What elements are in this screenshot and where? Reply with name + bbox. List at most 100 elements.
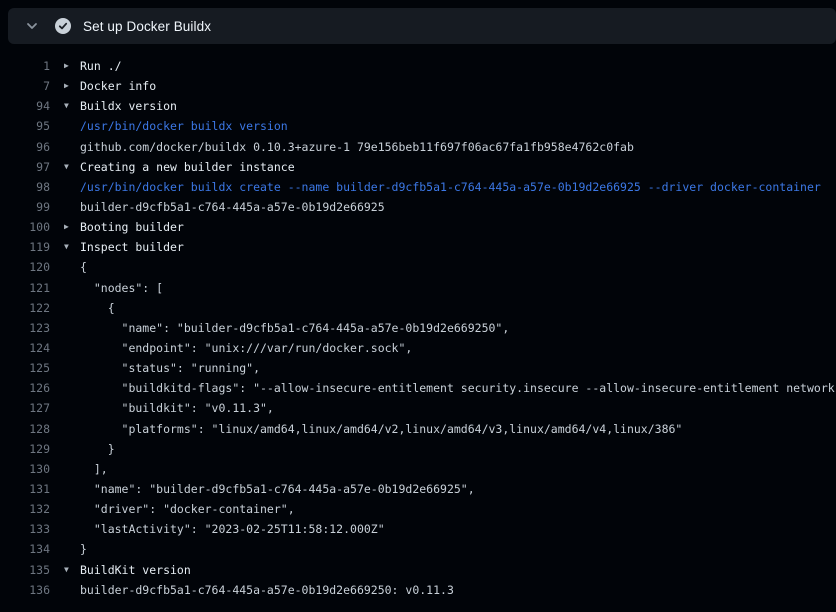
log-line: 123 "name": "builder-d9cfb5a1-c764-445a-… xyxy=(0,318,836,338)
line-number[interactable]: 97 xyxy=(0,160,50,174)
log-line: 125 "status": "running", xyxy=(0,358,836,378)
step-title: Set up Docker Buildx xyxy=(83,19,211,34)
log-line: 130 ], xyxy=(0,459,836,479)
log-line: 134} xyxy=(0,539,836,559)
output-text: } xyxy=(80,442,115,456)
output-text: "buildkitd-flags": "--allow-insecure-ent… xyxy=(80,381,836,395)
caret-down-icon[interactable]: ▼ xyxy=(64,243,69,251)
output-text: builder-d9cfb5a1-c764-445a-a57e-0b19d2e6… xyxy=(80,200,385,214)
output-text: { xyxy=(80,301,115,315)
output-text: "driver": "docker-container", xyxy=(80,502,295,516)
output-text: github.com/docker/buildx 0.10.3+azure-1 … xyxy=(80,140,634,154)
line-number[interactable]: 130 xyxy=(0,462,50,476)
log-line: 133 "lastActivity": "2023-02-25T11:58:12… xyxy=(0,519,836,539)
arrow-cell: ▼ xyxy=(50,163,80,171)
line-number[interactable]: 7 xyxy=(0,79,50,93)
command-text: /usr/bin/docker buildx version xyxy=(80,119,288,133)
log-group-row[interactable]: 1 ▶ Run ./ xyxy=(0,56,836,76)
group-title: BuildKit version xyxy=(80,563,191,577)
line-number[interactable]: 125 xyxy=(0,361,50,375)
line-number[interactable]: 122 xyxy=(0,301,50,315)
log-line: 121 "nodes": [ xyxy=(0,278,836,298)
arrow-cell: ▼ xyxy=(50,243,80,251)
arrow-cell: ▶ xyxy=(50,223,80,231)
log-line: 99 builder-d9cfb5a1-c764-445a-a57e-0b19d2… xyxy=(0,197,836,217)
group-title: Buildx version xyxy=(80,99,177,113)
check-circle-icon xyxy=(55,18,71,34)
arrow-cell: ▼ xyxy=(50,102,80,110)
line-number[interactable]: 131 xyxy=(0,482,50,496)
output-text: "name": "builder-d9cfb5a1-c764-445a-a57e… xyxy=(80,321,509,335)
line-number[interactable]: 124 xyxy=(0,341,50,355)
arrow-cell: ▶ xyxy=(50,62,80,70)
log-group-row[interactable]: 94 ▼ Buildx version xyxy=(0,96,836,116)
output-text: "status": "running", xyxy=(80,361,260,375)
line-number[interactable]: 94 xyxy=(0,99,50,113)
log-line: 122 { xyxy=(0,298,836,318)
log-line: 128 "platforms": "linux/amd64,linux/amd6… xyxy=(0,419,836,439)
line-number[interactable]: 134 xyxy=(0,542,50,556)
line-number[interactable]: 133 xyxy=(0,522,50,536)
group-title: Inspect builder xyxy=(80,240,184,254)
output-text: } xyxy=(80,542,87,556)
log-line: 126 "buildkitd-flags": "--allow-insecure… xyxy=(0,378,836,398)
line-number[interactable]: 123 xyxy=(0,321,50,335)
line-number[interactable]: 95 xyxy=(0,119,50,133)
caret-right-icon[interactable]: ▶ xyxy=(64,223,69,231)
output-text: "platforms": "linux/amd64,linux/amd64/v2… xyxy=(80,422,682,436)
line-number[interactable]: 99 xyxy=(0,200,50,214)
caret-down-icon[interactable]: ▼ xyxy=(64,163,69,171)
output-text: "endpoint": "unix:///var/run/docker.sock… xyxy=(80,341,412,355)
group-title: Booting builder xyxy=(80,220,184,234)
log-line: 98/usr/bin/docker buildx create --name b… xyxy=(0,177,836,197)
line-number[interactable]: 127 xyxy=(0,401,50,415)
log-line: 131 "name": "builder-d9cfb5a1-c764-445a-… xyxy=(0,479,836,499)
step-header[interactable]: Set up Docker Buildx xyxy=(8,8,836,44)
caret-right-icon[interactable]: ▶ xyxy=(64,82,69,90)
command-text: /usr/bin/docker buildx create --name bui… xyxy=(80,180,821,194)
line-number[interactable]: 98 xyxy=(0,180,50,194)
line-number[interactable]: 121 xyxy=(0,281,50,295)
log-group-row[interactable]: 97 ▼ Creating a new builder instance xyxy=(0,157,836,177)
line-number[interactable]: 96 xyxy=(0,140,50,154)
log-line: 124 "endpoint": "unix:///var/run/docker.… xyxy=(0,338,836,358)
line-number[interactable]: 120 xyxy=(0,260,50,274)
log-line: 120 { xyxy=(0,257,836,277)
line-number[interactable]: 135 xyxy=(0,563,50,577)
log-line: 95/usr/bin/docker buildx version xyxy=(0,116,836,136)
output-text: "name": "builder-d9cfb5a1-c764-445a-a57e… xyxy=(80,482,475,496)
group-title: Creating a new builder instance xyxy=(80,160,295,174)
output-text: { xyxy=(80,260,87,274)
log-line: 127 "buildkit": "v0.11.3", xyxy=(0,398,836,418)
log-group-row[interactable]: 7 ▶ Docker info xyxy=(0,76,836,96)
caret-right-icon[interactable]: ▶ xyxy=(64,62,69,70)
log-line: 132 "driver": "docker-container", xyxy=(0,499,836,519)
line-number[interactable]: 119 xyxy=(0,240,50,254)
output-text: "buildkit": "v0.11.3", xyxy=(80,401,274,415)
chevron-down-icon[interactable] xyxy=(22,16,42,36)
log-group-row[interactable]: 100 ▶ Booting builder xyxy=(0,217,836,237)
caret-down-icon[interactable]: ▼ xyxy=(64,566,69,574)
output-text: ], xyxy=(80,462,108,476)
log-group-row[interactable]: 135 ▼ BuildKit version xyxy=(0,560,836,580)
output-text: "lastActivity": "2023-02-25T11:58:12.000… xyxy=(80,522,385,536)
line-number[interactable]: 132 xyxy=(0,502,50,516)
line-number[interactable]: 126 xyxy=(0,381,50,395)
line-number[interactable]: 100 xyxy=(0,220,50,234)
group-title: Run ./ xyxy=(80,59,122,73)
group-title: Docker info xyxy=(80,79,156,93)
line-number[interactable]: 129 xyxy=(0,442,50,456)
output-text: "nodes": [ xyxy=(80,281,163,295)
log-group-row[interactable]: 119 ▼ Inspect builder xyxy=(0,237,836,257)
log-line: 96 github.com/docker/buildx 0.10.3+azure-… xyxy=(0,137,836,157)
caret-down-icon[interactable]: ▼ xyxy=(64,102,69,110)
arrow-cell: ▼ xyxy=(50,566,80,574)
log-output: 1 ▶ Run ./ 7 ▶ Docker info 94 ▼ Buildx version 95… xyxy=(0,44,836,600)
log-line: 136 builder-d9cfb5a1-c764-445a-a57e-0b19d… xyxy=(0,580,836,600)
line-number[interactable]: 128 xyxy=(0,422,50,436)
line-number[interactable]: 1 xyxy=(0,59,50,73)
output-text: builder-d9cfb5a1-c764-445a-a57e-0b19d2e6… xyxy=(80,583,454,597)
log-line: 129 } xyxy=(0,439,836,459)
arrow-cell: ▶ xyxy=(50,82,80,90)
line-number[interactable]: 136 xyxy=(0,583,50,597)
